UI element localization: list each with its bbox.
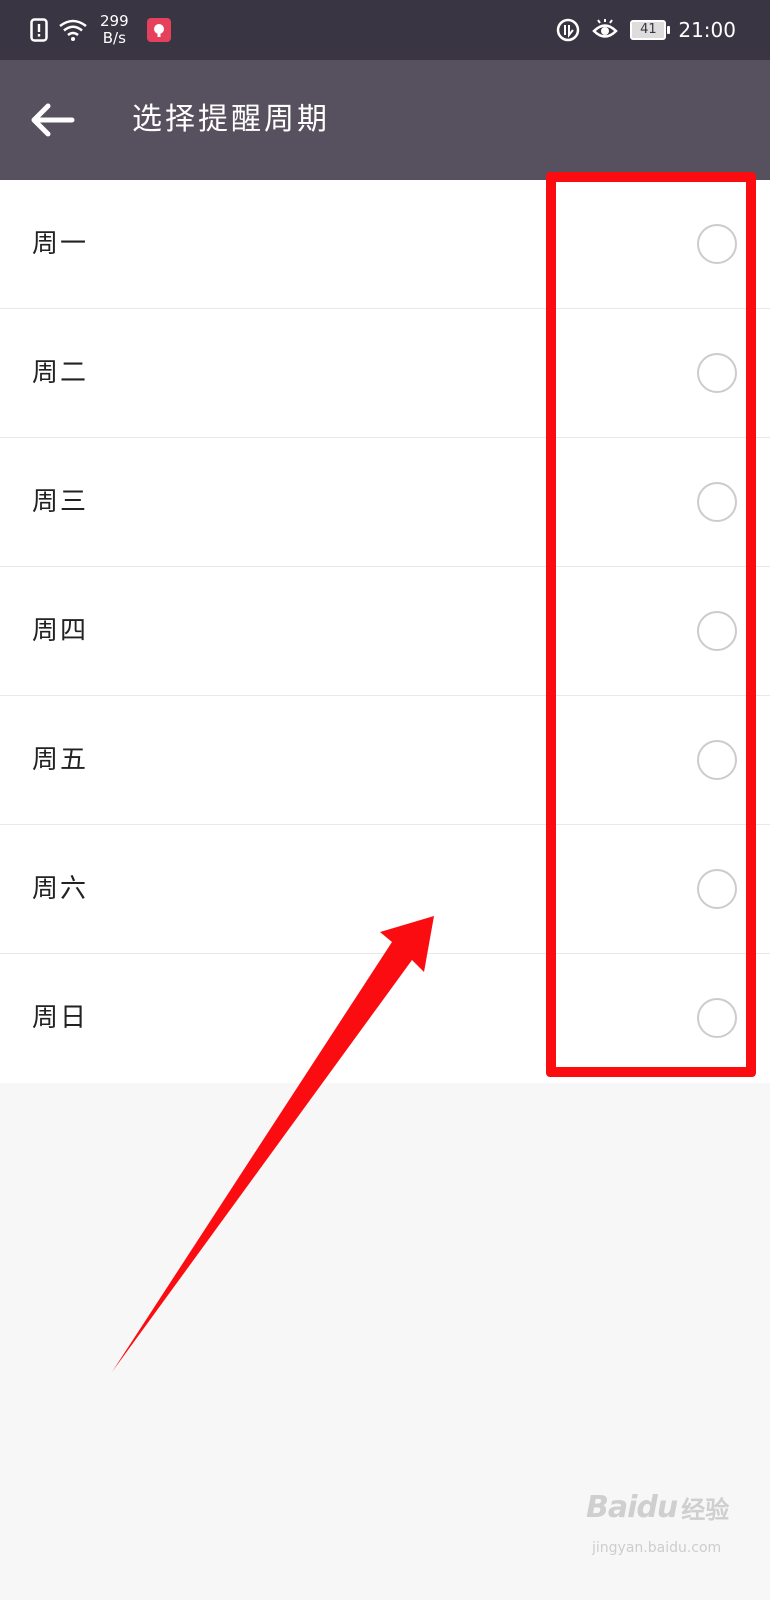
day-label: 周日 [32,1003,89,1033]
page-title: 选择提醒周期 [132,102,330,137]
status-clock: 21:00 [678,18,736,42]
day-label: 周一 [32,229,89,259]
watermark-url: jingyan.baidu.com [592,1540,722,1556]
day-list: 周一 周二 周三 周四 周五 周六 周日 [0,180,770,1083]
status-left: 299 B/s [30,0,171,60]
net-speed: 299 B/s [100,13,129,47]
radio-wednesday[interactable] [697,482,737,522]
radio-thursday[interactable] [697,611,737,651]
radio-friday[interactable] [697,740,737,780]
app-bar: 选择提醒周期 [0,60,770,180]
day-label: 周四 [32,616,89,646]
app-notification-icon [146,18,171,42]
day-label: 周二 [32,358,89,388]
status-right: 41 21:00 [556,0,736,60]
day-label: 周五 [32,745,89,775]
day-row-friday[interactable]: 周五 [0,696,770,825]
battery-level: 41 [640,22,657,37]
radio-monday[interactable] [697,224,737,264]
day-row-tuesday[interactable]: 周二 [0,309,770,438]
watermark-sub: 经验 [681,1496,730,1524]
net-speed-value: 299 [100,12,129,30]
day-row-saturday[interactable]: 周六 [0,825,770,954]
radio-sunday[interactable] [697,998,737,1038]
net-speed-unit: B/s [102,29,126,47]
back-arrow-icon [31,103,75,137]
day-label: 周三 [32,487,89,517]
watermark-logo: Baidu 经验 [586,1490,729,1525]
radio-tuesday[interactable] [697,353,737,393]
battery-icon: 41 [630,20,671,40]
day-row-thursday[interactable]: 周四 [0,567,770,696]
wifi-icon [59,19,87,41]
day-row-sunday[interactable]: 周日 [0,954,770,1083]
alert-icon [30,18,48,42]
day-label: 周六 [32,874,89,904]
day-row-monday[interactable]: 周一 [0,180,770,309]
eye-comfort-icon [592,19,619,38]
nfc-icon [557,18,580,42]
day-row-wednesday[interactable]: 周三 [0,438,770,567]
radio-saturday[interactable] [697,869,737,909]
status-bar: 299 B/s 41 21:00 [0,0,770,60]
watermark-brand: Baidu [586,1490,678,1525]
back-button[interactable] [28,90,80,150]
